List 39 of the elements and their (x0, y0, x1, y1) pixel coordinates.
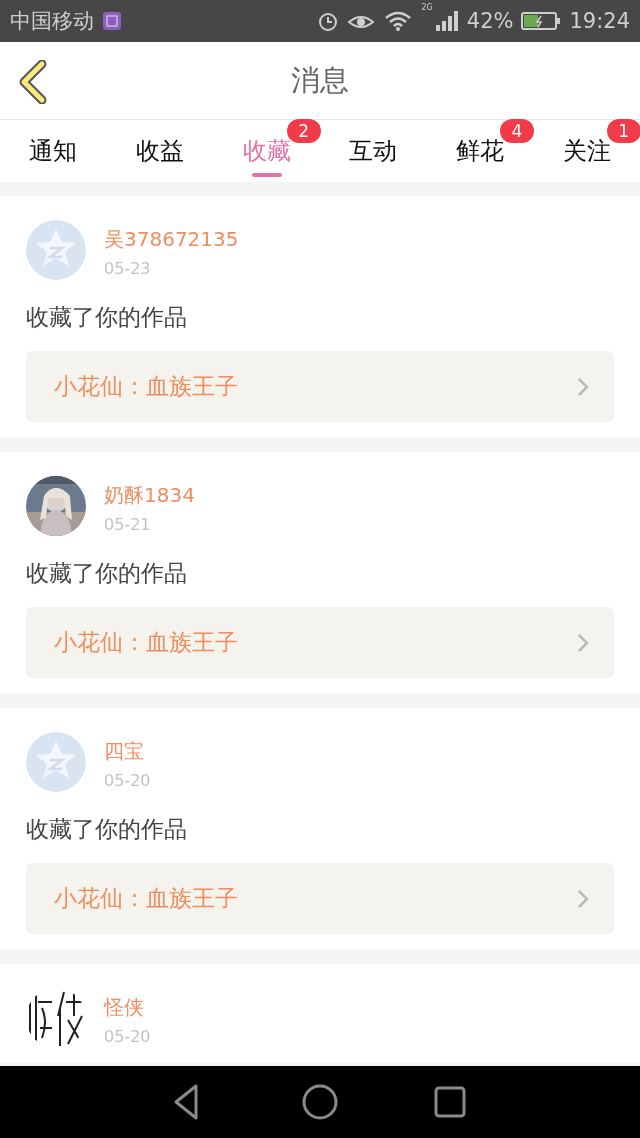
alarm-icon (317, 10, 340, 32)
user-name[interactable]: 吴378672135 (104, 226, 239, 253)
network-type: 2G (421, 3, 433, 12)
work-link[interactable]: 小花仙：血族王子 (26, 607, 614, 678)
count-badge: 4 (500, 119, 534, 143)
user-name[interactable]: 奶酥1834 (104, 482, 195, 509)
tab[interactable]: 互动 (320, 120, 427, 182)
default-avatar-icon (26, 220, 86, 280)
message-text: 收藏了你的作品 (26, 559, 188, 588)
tab-underline (251, 173, 282, 177)
tab[interactable]: 关注 1 (533, 120, 640, 182)
message-text: 收藏了你的作品 (26, 303, 188, 332)
carrier-name: 中国移动 (10, 8, 94, 35)
tab[interactable]: 鲜花 4 (426, 120, 534, 182)
tab[interactable]: 收益 (106, 120, 214, 182)
home-circle-icon (300, 1082, 340, 1122)
message-text: 收藏了你的作品 (26, 815, 188, 844)
message-date: 05-21 (104, 515, 152, 534)
battery-icon (521, 10, 562, 32)
message-date: 05-20 (104, 771, 151, 790)
work-link[interactable]: 小花仙：血族王子 (26, 863, 614, 934)
work-link[interactable]: 小花仙：血族王子 (26, 351, 614, 422)
chevron-right-icon (576, 887, 590, 910)
default-avatar-icon (26, 732, 86, 792)
user-name[interactable]: 四宝 (104, 738, 151, 765)
user-name[interactable]: 怪侠 (104, 994, 151, 1021)
message-date: 05-23 (104, 259, 152, 278)
clock-time: 19:24 (569, 9, 630, 33)
message-date: 05-20 (104, 1027, 151, 1046)
tab[interactable]: 收藏 2 (213, 120, 320, 182)
count-badge: 1 (606, 119, 640, 143)
count-badge: 2 (286, 119, 321, 143)
chevron-right-icon (576, 631, 590, 654)
signal-icon (434, 10, 459, 32)
tab[interactable]: 通知 (0, 120, 107, 182)
home-nav-button[interactable] (300, 1082, 340, 1122)
chevron-right-icon (576, 375, 590, 398)
battery-percent: 42% (466, 9, 514, 33)
page-title: 消息 (291, 61, 349, 99)
